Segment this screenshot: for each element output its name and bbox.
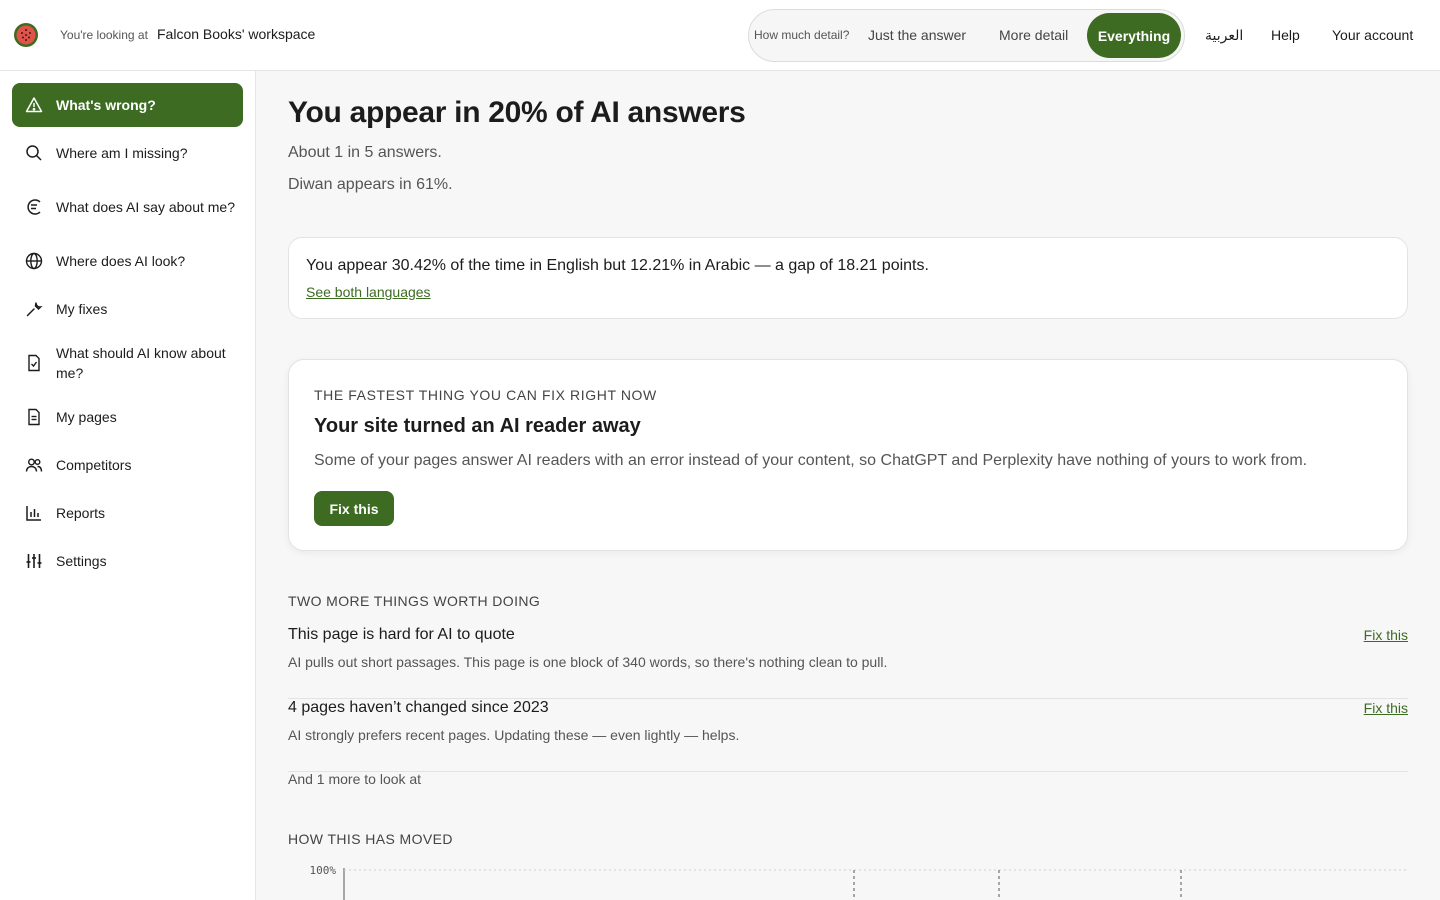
detail-option-everything[interactable]: Everything	[1087, 13, 1181, 58]
sidebar-item-reports[interactable]: Reports	[12, 501, 243, 525]
help-link[interactable]: Help	[1271, 27, 1300, 43]
sidebar-item-label: Competitors	[56, 457, 132, 473]
warning-icon	[25, 96, 43, 114]
detail-level-toggle: How much detail? Just the answer More de…	[748, 9, 1185, 62]
sidebar-item-label: What's wrong?	[56, 97, 156, 113]
detail-option-just-answer[interactable]: Just the answer	[868, 27, 966, 43]
wrench-icon	[25, 300, 43, 318]
page-subtitle: About 1 in 5 answers.	[288, 144, 442, 161]
list-item-description: AI pulls out short passages. This page i…	[288, 654, 888, 670]
fix-this-button[interactable]: Fix this	[314, 491, 394, 526]
competitor-comparison: Diwan appears in 61%.	[288, 176, 453, 193]
top-fix-eyebrow: THE FASTEST THING YOU CAN FIX RIGHT NOW	[314, 387, 657, 403]
sidebar-item-label: Where am I missing?	[56, 145, 188, 161]
list-item-title: This page is hard for AI to quote	[288, 626, 515, 643]
sidebar-item-label: Reports	[56, 505, 106, 521]
top-fix-description: Some of your pages answer AI readers wit…	[314, 452, 1308, 469]
sidebar-item-where-ai-looks[interactable]: Where does AI look?	[12, 249, 243, 273]
sidebar-item-label: Settings	[56, 553, 107, 569]
more-things-label: TWO MORE THINGS WORTH DOING	[288, 593, 541, 609]
doc-check-icon	[25, 354, 43, 372]
account-link[interactable]: Your account	[1332, 27, 1413, 43]
sidebar: What's wrong? Where am I missing? What d…	[0, 71, 256, 900]
sidebar-item-where-missing[interactable]: Where am I missing?	[12, 141, 243, 165]
sidebar-item-competitors[interactable]: Competitors	[12, 453, 243, 477]
more-items-link[interactable]: And 1 more to look at	[288, 771, 421, 787]
list-item-title: 4 pages haven’t changed since 2023	[288, 699, 549, 716]
sidebar-item-what-ai-says[interactable]: What does AI say about me?	[12, 187, 243, 227]
sidebar-item-label: Where does AI look?	[56, 253, 186, 269]
sliders-icon	[25, 552, 43, 570]
detail-level-label: How much detail?	[754, 28, 850, 42]
history-chart: 100%	[310, 864, 1408, 900]
globe-icon	[25, 252, 43, 270]
search-icon	[25, 144, 43, 162]
y-tick-label: 100%	[310, 864, 337, 877]
people-icon	[25, 456, 43, 474]
sidebar-item-my-fixes[interactable]: My fixes	[12, 297, 243, 321]
page-title: You appear in 20% of AI answers	[288, 96, 746, 129]
sidebar-item-label: What does AI say about me?	[56, 199, 235, 215]
sidebar-item-settings[interactable]: Settings	[12, 549, 243, 573]
detail-option-more-detail[interactable]: More detail	[999, 27, 1068, 43]
top-bar: You're looking at Falcon Books' workspac…	[0, 0, 1440, 71]
list-item: 4 pages haven’t changed since 2023 AI st…	[288, 699, 1408, 772]
fix-this-link[interactable]: Fix this	[1364, 700, 1408, 716]
history-label: HOW THIS HAS MOVED	[288, 831, 453, 847]
language-gap-text: You appear 30.42% of the time in English…	[306, 257, 929, 274]
sidebar-item-label: What should AI know about me?	[56, 345, 226, 381]
top-fix-card: THE FASTEST THING YOU CAN FIX RIGHT NOW …	[288, 359, 1408, 551]
sidebar-item-label: My pages	[56, 409, 117, 425]
see-both-languages-link[interactable]: See both languages	[306, 284, 431, 300]
language-switch-link[interactable]: العربية	[1205, 27, 1243, 44]
page-icon	[25, 408, 43, 426]
workspace-name[interactable]: Falcon Books' workspace	[157, 26, 315, 42]
brand-logo-icon[interactable]	[13, 22, 39, 48]
language-gap-card: You appear 30.42% of the time in English…	[288, 237, 1408, 319]
top-fix-heading: Your site turned an AI reader away	[314, 415, 641, 437]
bar-chart-icon	[25, 504, 43, 522]
chat-icon	[25, 198, 43, 216]
sidebar-item-what-ai-should-know[interactable]: What should AI know about me?	[12, 343, 243, 383]
list-item: This page is hard for AI to quote AI pul…	[288, 626, 1408, 699]
sidebar-item-whats-wrong[interactable]: What's wrong?	[12, 83, 243, 127]
fix-this-link[interactable]: Fix this	[1364, 627, 1408, 643]
workspace-prefix: You're looking at	[60, 28, 148, 42]
sidebar-item-label: My fixes	[56, 301, 108, 317]
sidebar-item-my-pages[interactable]: My pages	[12, 405, 243, 429]
list-item-description: AI strongly prefers recent pages. Updati…	[288, 727, 740, 743]
